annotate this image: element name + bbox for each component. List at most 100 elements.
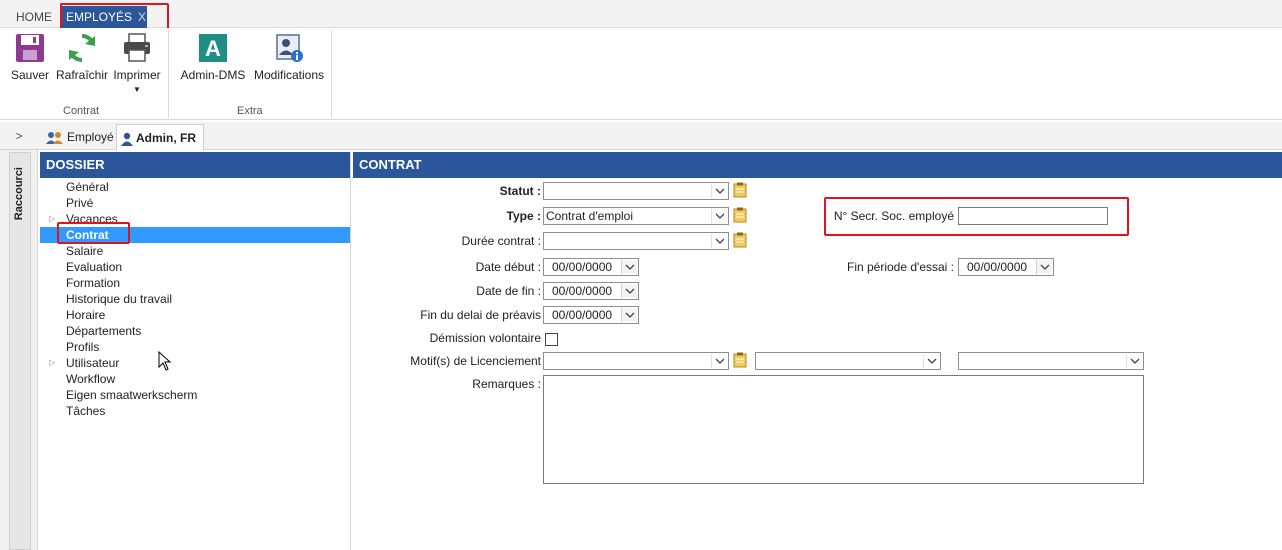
- contrat-panel: CONTRAT: [353, 152, 1282, 550]
- tree-item-evaluation[interactable]: Evaluation: [40, 259, 350, 275]
- remarques-textarea[interactable]: [543, 375, 1144, 484]
- tab-employes[interactable]: EMPLOYÉS X: [61, 6, 147, 28]
- tab-employe-label: Employé: [67, 130, 114, 144]
- expand-arrow-icon[interactable]: ▷: [49, 355, 55, 371]
- shortcut-label: Raccourci: [13, 167, 25, 221]
- clipboard-icon[interactable]: [733, 232, 747, 248]
- chevron-down-icon[interactable]: ▼: [111, 85, 163, 94]
- tree-item-label: Horaire: [66, 308, 106, 322]
- tree-item-prive[interactable]: Privé: [40, 195, 350, 211]
- tree-item-label: Profils: [66, 340, 100, 354]
- chevron-down-icon[interactable]: [711, 209, 727, 223]
- modifications-button[interactable]: Modifications: [251, 32, 327, 82]
- tree-item-label: Evaluation: [66, 260, 123, 274]
- tree-item-historique[interactable]: Historique du travail: [40, 291, 350, 307]
- chevron-down-icon[interactable]: [711, 184, 727, 198]
- fin-preavis-picker[interactable]: 00/00/0000: [543, 306, 639, 324]
- admin-dms-button[interactable]: A Admin-DMS: [178, 32, 248, 82]
- nss-input[interactable]: [958, 207, 1108, 225]
- date-debut-label: Date début :: [475, 260, 541, 274]
- chevron-down-icon[interactable]: [711, 354, 727, 368]
- tab-admin-fr[interactable]: Admin, FR: [116, 124, 204, 150]
- dossier-panel: DOSSIER Général Privé ▷ Vacances Contrat …: [40, 152, 351, 550]
- date-fin-label: Date de fin :: [476, 284, 541, 298]
- save-button[interactable]: Sauver: [10, 32, 50, 82]
- tree-item-label: Eigen smaatwerkscherm: [66, 388, 198, 402]
- chevron-down-icon[interactable]: [1126, 354, 1142, 368]
- tree-item-label: Contrat: [66, 228, 109, 242]
- type-label: Type :: [506, 209, 541, 223]
- contrat-header: CONTRAT: [353, 152, 1282, 178]
- date-fin-picker[interactable]: 00/00/0000: [543, 282, 639, 300]
- tree-item-label: Départements: [66, 324, 142, 338]
- essai-picker[interactable]: 00/00/0000: [958, 258, 1054, 276]
- mouse-pointer-icon: [158, 351, 172, 371]
- tree-item-label: Privé: [66, 196, 94, 210]
- tree-item-departements[interactable]: Départements: [40, 323, 350, 339]
- chevron-down-icon[interactable]: [1036, 260, 1052, 274]
- expand-sidebar-button[interactable]: >: [0, 122, 38, 150]
- tree-item-label: Formation: [66, 276, 121, 290]
- clipboard-icon[interactable]: [733, 352, 747, 368]
- chevron-down-icon[interactable]: [621, 308, 637, 322]
- chevron-down-icon[interactable]: [711, 234, 727, 248]
- refresh-icon: [69, 33, 95, 63]
- duree-select[interactable]: [543, 232, 729, 250]
- tree-item-label: Utilisateur: [66, 356, 120, 370]
- ribbon-divider: [331, 30, 332, 118]
- tree-item-label: Workflow: [66, 372, 116, 386]
- tree-item-label: Salaire: [66, 244, 104, 258]
- tree-item-label: Général: [66, 180, 109, 194]
- tree-item-workflow[interactable]: Workflow: [40, 371, 350, 387]
- essai-label: Fin période d'essai :: [846, 260, 954, 274]
- group-label-contrat: Contrat: [63, 105, 100, 117]
- floppy-disk-icon: [16, 34, 44, 62]
- motif-select-1[interactable]: [543, 352, 729, 370]
- tree-item-vacances[interactable]: ▷ Vacances: [40, 211, 350, 227]
- chevron-down-icon[interactable]: [621, 284, 637, 298]
- dossier-header: DOSSIER: [40, 152, 350, 178]
- svg-text:A: A: [205, 36, 221, 61]
- tree-item-contrat[interactable]: Contrat: [40, 227, 350, 243]
- clipboard-icon[interactable]: [733, 182, 747, 198]
- user-info-icon: [276, 34, 303, 62]
- tree-item-horaire[interactable]: Horaire: [40, 307, 350, 323]
- tree-item-label: Tâches: [66, 404, 106, 418]
- close-tab-icon[interactable]: X: [138, 10, 146, 24]
- expand-arrow-icon[interactable]: ▷: [49, 211, 55, 227]
- shortcut-tab[interactable]: Raccourci: [9, 152, 31, 550]
- tree-item-taches[interactable]: Tâches: [40, 403, 350, 419]
- tab-employe[interactable]: Employé: [42, 124, 120, 150]
- tree-item-formation[interactable]: Formation: [40, 275, 350, 291]
- printer-icon: [124, 33, 150, 62]
- user-icon: [121, 132, 133, 146]
- statut-select[interactable]: [543, 182, 729, 200]
- motif-select-3[interactable]: [958, 352, 1144, 370]
- motif-select-2[interactable]: [755, 352, 941, 370]
- person-tab-strip: > Employé Admin, FR: [0, 122, 1282, 150]
- tree-item-profils[interactable]: Profils: [40, 339, 350, 355]
- print-button[interactable]: Imprimer ▼: [111, 32, 163, 94]
- chevron-down-icon[interactable]: [923, 354, 939, 368]
- demission-checkbox[interactable]: [545, 333, 558, 346]
- tab-employes-label: EMPLOYÉS: [66, 10, 133, 24]
- chevron-down-icon[interactable]: [621, 260, 637, 274]
- tree-item-salaire[interactable]: Salaire: [40, 243, 350, 259]
- tree-item-eigen[interactable]: Eigen smaatwerkscherm: [40, 387, 350, 403]
- tree-item-utilisateur[interactable]: ▷ Utilisateur: [40, 355, 350, 371]
- tree-item-label: Vacances: [66, 212, 118, 226]
- clipboard-icon[interactable]: [733, 207, 747, 223]
- type-select[interactable]: Contrat d'emploi: [543, 207, 729, 225]
- fin-preavis-label: Fin du delai de préavis: [420, 308, 541, 322]
- modifications-label: Modifications: [253, 68, 325, 82]
- date-debut-picker[interactable]: 00/00/0000: [543, 258, 639, 276]
- tree-item-general[interactable]: Général: [40, 179, 350, 195]
- shortcut-rail: Raccourci: [0, 150, 38, 550]
- refresh-button[interactable]: Rafraîchir: [56, 32, 108, 82]
- tab-home[interactable]: HOME: [10, 6, 58, 28]
- duree-label: Durée contrat :: [461, 234, 541, 248]
- date-fin-value: 00/00/0000: [552, 284, 613, 298]
- admin-dms-icon: A: [199, 34, 227, 62]
- ribbon-divider: [168, 30, 169, 118]
- tree-item-label: Historique du travail: [66, 292, 173, 306]
